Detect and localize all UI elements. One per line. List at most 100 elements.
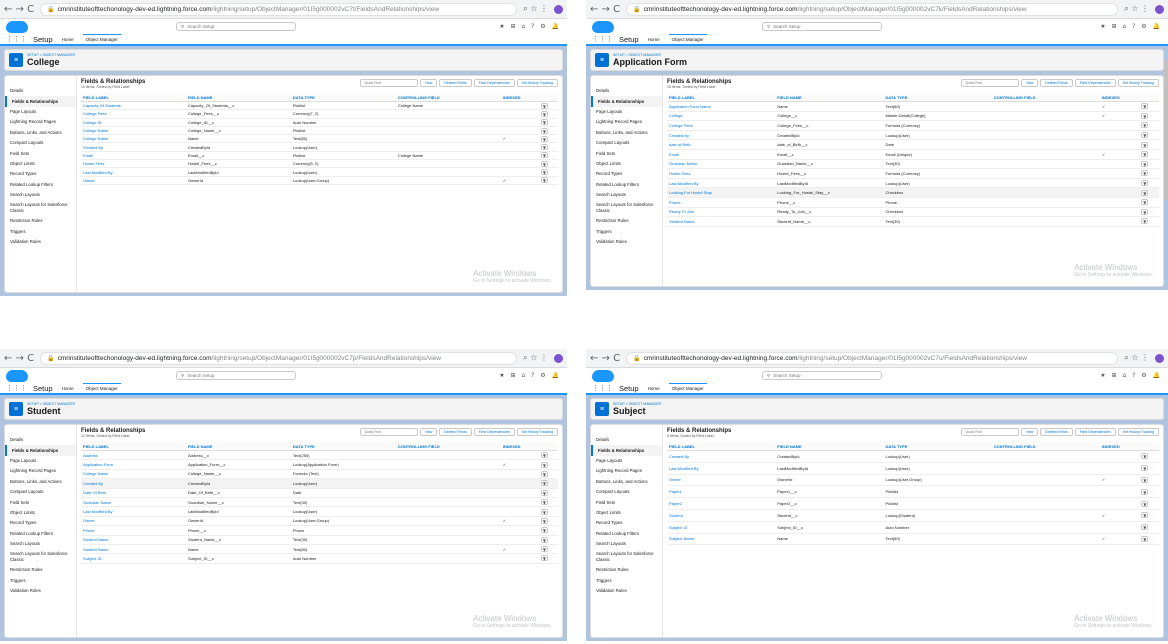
sidebar-item[interactable]: Compact Layouts [5,138,76,148]
sidebar-item[interactable]: Search Layouts for Salesforce Classic [5,549,76,565]
sidebar-item[interactable]: Lightning Record Pages [5,117,76,127]
sidebar-item[interactable]: Search Layouts [591,539,662,549]
sidebar-item[interactable]: Field Sets [5,497,76,507]
sidebar-item[interactable]: Fields & Relationships [591,445,662,456]
sidebar-item[interactable]: Fields & Relationships [5,96,76,107]
row-actions[interactable]: ▼ [538,553,558,564]
sidebar-item[interactable]: Details [591,86,662,96]
field-label-link[interactable]: Created By [667,130,776,141]
profile-avatar[interactable] [554,4,563,14]
extensions-icon[interactable]: ⌕ ☆ ⋮ [1124,4,1149,14]
sidebar-item[interactable]: Compact Layouts [5,487,76,497]
profile-avatar[interactable] [554,353,563,363]
col-indexed[interactable]: INDEXED [500,442,539,451]
field-label-link[interactable]: Owner [81,516,186,527]
chevron-down-icon[interactable]: ▼ [1141,189,1149,196]
sidebar-item[interactable]: Search Layouts [591,190,662,200]
chevron-down-icon[interactable]: ▼ [1141,160,1149,167]
tab-home[interactable]: Home [59,35,77,44]
row-actions[interactable]: ▼ [1139,187,1159,198]
row-actions[interactable]: ▼ [1139,216,1159,227]
header-utility-icons[interactable]: ★ ⊞ ⌂ ? ⚙ 🔔 [1100,372,1162,379]
extensions-icon[interactable]: ⌕ ☆ ⋮ [1124,353,1149,363]
search-setup-input[interactable]: ⚲ Search Setup [176,371,296,380]
app-launcher-icon[interactable]: ⋮⋮⋮ [6,384,27,392]
chevron-down-icon[interactable]: ▼ [1141,103,1149,110]
field-dependencies-button[interactable]: Field Dependencies [1074,79,1116,87]
sidebar-item[interactable]: Object Limits [591,159,662,169]
field-dependencies-button[interactable]: Field Dependencies [473,79,515,87]
table-row[interactable]: Created By CreatedById Lookup(User) ▼ [81,142,558,152]
sidebar-item[interactable]: Triggers [5,226,76,236]
table-row[interactable]: Subject Name Name Text(80) ✓ ▼ [667,533,1159,546]
col-controlling-field[interactable]: CONTROLLING FIELD [991,93,1100,102]
row-actions[interactable]: ▼ [1139,168,1159,179]
header-utility-icons[interactable]: ★ ⊞ ⌂ ? ⚙ 🔔 [499,23,561,30]
sidebar-item[interactable]: Field Sets [5,148,76,158]
field-dependencies-button[interactable]: Field Dependencies [1074,428,1116,436]
field-label-link[interactable]: Phone [667,197,776,208]
browser-nav-buttons[interactable]: ← → C [590,353,620,364]
sidebar-item[interactable]: Page Layouts [5,107,76,117]
deleted-fields-button[interactable]: Deleted Fields [439,79,472,87]
sidebar-item[interactable]: Field Sets [591,148,662,158]
row-actions[interactable]: ▼ [1139,485,1159,499]
row-actions[interactable]: ▼ [538,535,558,545]
sidebar-item[interactable]: Validation Rules [591,237,662,247]
chevron-down-icon[interactable]: ▼ [540,508,548,515]
field-label-link[interactable]: Owner [81,176,186,185]
deleted-fields-button[interactable]: Deleted Fields [439,428,472,436]
tab-home[interactable]: Home [59,384,77,393]
table-row[interactable]: Subject ID Subject_ID__c Auto Number ▼ [81,553,558,564]
table-row[interactable]: College ID College_ID__c Auto Number ▼ [81,118,558,127]
table-row[interactable]: Last Modified By LastModifiedById Lookup(U… [81,506,558,517]
row-actions[interactable]: ▼ [538,118,558,127]
table-row[interactable]: College Name College_Name__c Picklist ▼ [81,126,558,136]
sidebar-item[interactable]: Restriction Rules [5,565,76,575]
col-indexed[interactable]: INDEXED [1099,442,1140,451]
field-label-link[interactable]: Subject ID [81,553,186,564]
chevron-down-icon[interactable]: ▼ [1141,170,1149,177]
chevron-down-icon[interactable]: ▼ [540,127,548,134]
field-label-link[interactable]: College Fees [667,120,776,131]
table-row[interactable]: College College__c Master-Detail(College) ✓… [667,111,1159,122]
sidebar-item[interactable]: Search Layouts [5,539,76,549]
app-launcher-icon[interactable]: ⋮⋮⋮ [592,384,613,392]
col-field-name[interactable]: FIELD NAME [185,442,291,451]
field-label-link[interactable]: Last Modified By [667,462,776,475]
row-actions[interactable]: ▼ [538,101,558,111]
row-actions[interactable]: ▼ [1139,101,1159,112]
row-actions[interactable]: ▼ [538,142,558,152]
table-row[interactable]: Hostel Fees Hostel_Fees__c Formula (Curren… [667,168,1159,179]
sidebar-item[interactable]: Buttons, Links, and Actions [591,127,662,137]
table-row[interactable]: Student Name Student_Name__c Text(30) ▼ [667,216,1159,227]
chevron-down-icon[interactable]: ▼ [540,144,548,151]
chevron-down-icon[interactable]: ▼ [540,135,548,142]
sidebar-item[interactable]: Fields & Relationships [5,445,76,456]
table-row[interactable]: date of Birth date_of_Birth__c Date ▼ [667,139,1159,150]
table-row[interactable]: Owner OwnerId Lookup(User,Group) ✓ ▼ [81,176,558,185]
sidebar-item[interactable]: Related Lookup Filters [591,179,662,189]
sidebar-item[interactable]: Object Limits [591,508,662,518]
browser-nav-buttons[interactable]: ← → C [4,353,34,364]
chevron-down-icon[interactable]: ▼ [540,470,548,477]
profile-avatar[interactable] [1155,353,1164,363]
chevron-down-icon[interactable]: ▼ [1141,535,1149,542]
tab-home[interactable]: Home [645,35,663,44]
table-row[interactable]: College Name Name Text(80) ✓ ▼ [81,134,558,144]
field-label-link[interactable]: Last Modified By [667,178,776,189]
field-label-link[interactable]: Student Name [81,544,186,555]
sidebar-item[interactable]: Validation Rules [5,586,76,596]
table-row[interactable]: Phone Phone__c Phone ▼ [667,197,1159,208]
sidebar-item[interactable]: Restriction Rules [5,216,76,226]
quick-find-input[interactable]: Quick Find [961,79,1020,87]
row-actions[interactable]: ▼ [1139,159,1159,170]
row-actions[interactable]: ▼ [538,126,558,136]
tab-object-manager[interactable]: Object Manager [82,34,121,44]
sidebar-item[interactable]: Search Layouts for Salesforce Classic [5,200,76,216]
row-actions[interactable]: ▼ [1139,509,1159,522]
sidebar-item[interactable]: Details [5,435,76,445]
col-field-name[interactable]: FIELD NAME [775,93,884,102]
table-row[interactable]: Created By CreatedById Lookup(User) ▼ [667,130,1159,141]
sidebar-item[interactable]: Search Layouts for Salesforce Classic [591,200,662,216]
